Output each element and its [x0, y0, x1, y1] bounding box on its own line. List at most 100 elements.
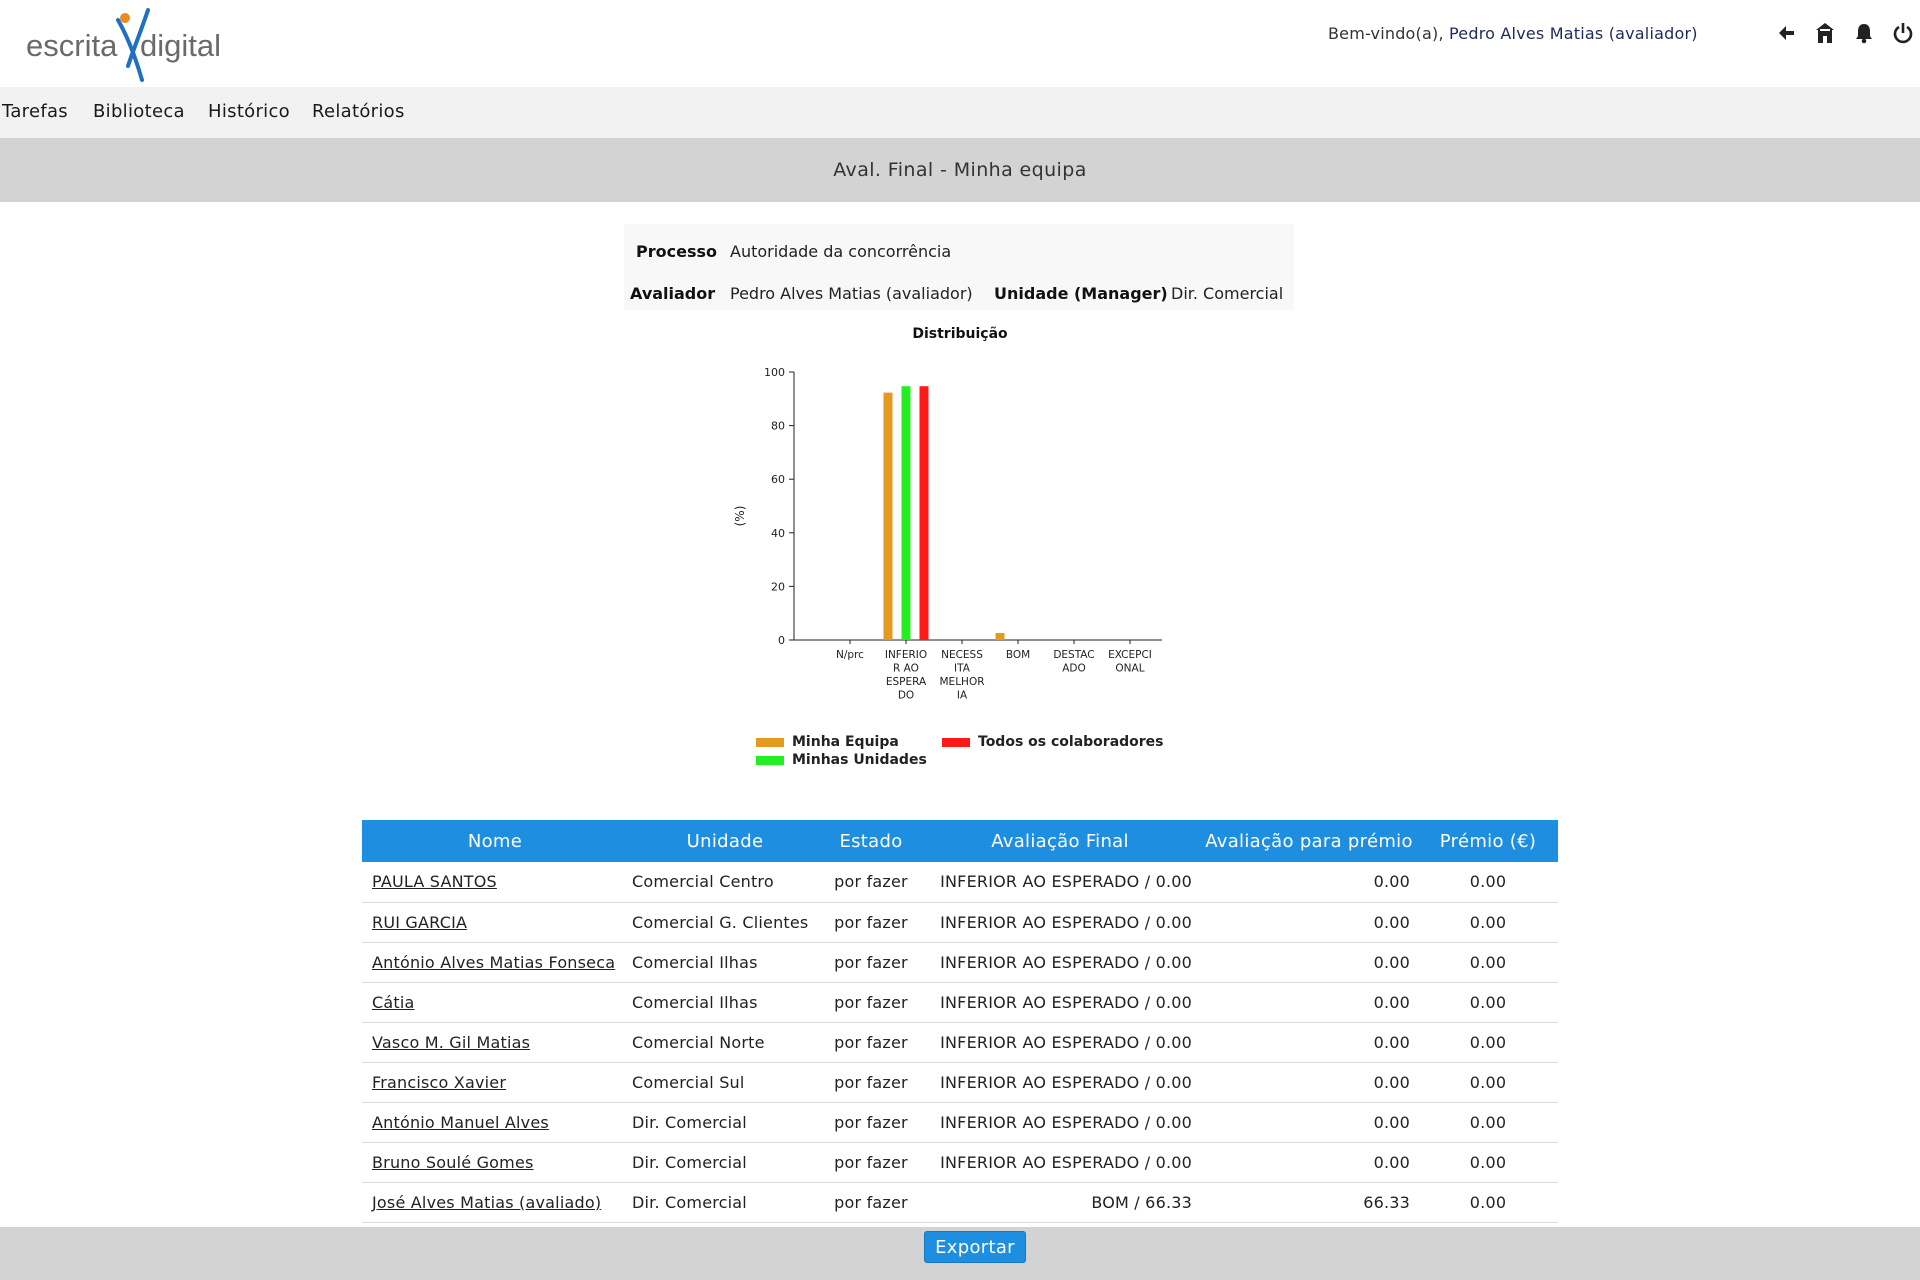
- column-header-avaliacao-final[interactable]: Avaliação Final: [920, 820, 1200, 862]
- back-arrow-icon[interactable]: [1775, 20, 1797, 46]
- process-info: Processo Autoridade da concorrência Aval…: [624, 224, 1294, 310]
- table-row: António Manuel Alves Dir. Comercial por fa…: [362, 1102, 1558, 1143]
- y-tick-label: 20: [771, 580, 785, 593]
- estado-cell: por fazer: [822, 1182, 920, 1223]
- unidade-cell: Comercial Norte: [628, 1022, 822, 1063]
- unidade-cell: Comercial Centro: [628, 862, 822, 903]
- avaliacao-premio-cell: 0.00: [1200, 1102, 1418, 1143]
- x-tick-label-line: ITA: [954, 663, 971, 675]
- employee-name-link[interactable]: António Alves Matias Fonseca: [372, 953, 615, 972]
- avaliacao-final-cell: INFERIOR AO ESPERADO / 0.00: [920, 1142, 1200, 1183]
- y-tick-label: 40: [771, 527, 785, 540]
- legend-swatch: [942, 737, 970, 747]
- nome-cell: PAULA SANTOS: [362, 862, 628, 903]
- x-tick-label: NECESS ITA MELHOR IA: [940, 649, 985, 702]
- avaliacao-final-cell: INFERIOR AO ESPERADO / 0.00: [920, 862, 1200, 903]
- x-tick-label: BOM: [1006, 649, 1030, 661]
- unidade-manager-value: Dir. Comercial: [1171, 284, 1284, 303]
- avaliacao-premio-cell: 0.00: [1200, 902, 1418, 943]
- premio-cell: 0.00: [1418, 1102, 1558, 1143]
- unidade-cell: Dir. Comercial: [628, 1182, 822, 1223]
- avaliador-label: Avaliador: [630, 284, 716, 303]
- unidade-cell: Comercial Ilhas: [628, 982, 822, 1023]
- estado-cell: por fazer: [822, 902, 920, 943]
- employee-name-link[interactable]: RUI GARCIA: [372, 913, 467, 932]
- nav-item-tarefas[interactable]: Tarefas: [2, 101, 68, 122]
- header-icons: [1775, 20, 1914, 46]
- welcome-message: Bem-vindo(a), Pedro Alves Matias (avalia…: [1328, 24, 1698, 43]
- estado-cell: por fazer: [822, 1062, 920, 1103]
- table-row: Bruno Soulé Gomes Dir. Comercial por fazer…: [362, 1142, 1558, 1183]
- nome-cell: Bruno Soulé Gomes: [362, 1142, 628, 1183]
- table-row: PAULA SANTOS Comercial Centro por fazer INF…: [362, 862, 1558, 903]
- table-row: José Alves Matias (avaliado) Dir. Comerci…: [362, 1182, 1558, 1223]
- estado-cell: por fazer: [822, 982, 920, 1023]
- avaliacao-final-cell: INFERIOR AO ESPERADO / 0.00: [920, 1022, 1200, 1063]
- nome-cell: Francisco Xavier: [362, 1062, 628, 1103]
- legend-swatch: [756, 737, 784, 747]
- processo-label: Processo: [636, 242, 717, 261]
- avaliacao-final-cell: INFERIOR AO ESPERADO / 0.00: [920, 1102, 1200, 1143]
- x-tick-label-line: R AO: [893, 663, 919, 675]
- welcome-user: Pedro Alves Matias (avaliador): [1449, 24, 1698, 43]
- column-header-nome[interactable]: Nome: [362, 820, 628, 862]
- avaliacao-premio-cell: 66.33: [1200, 1182, 1418, 1223]
- bar-minhas-unidades: [901, 386, 911, 640]
- logo-text-left: escrita: [26, 28, 118, 63]
- header: escrita digital Bem-vindo(a), Pedro Alve…: [0, 0, 1920, 87]
- y-tick-label: 0: [778, 634, 785, 647]
- avaliador-value: Pedro Alves Matias (avaliador): [730, 284, 973, 303]
- employee-name-link[interactable]: António Manuel Alves: [372, 1113, 549, 1132]
- table-header-row: Nome Unidade Estado Avaliação Final Aval…: [362, 820, 1558, 862]
- nav-item-relatorios[interactable]: Relatórios: [312, 101, 405, 122]
- estado-cell: por fazer: [822, 1102, 920, 1143]
- legend-item-minha-equipa: Minha Equipa: [756, 734, 899, 750]
- avaliacao-final-cell: INFERIOR AO ESPERADO / 0.00: [920, 1062, 1200, 1103]
- bar-minha-equipa: [883, 392, 893, 640]
- y-tick-label: 100: [764, 366, 785, 379]
- footer-bar: Exportar: [0, 1227, 1920, 1280]
- escrita-digital-logo[interactable]: escrita digital: [24, 4, 254, 86]
- bar-minha-equipa: [995, 633, 1005, 640]
- premio-cell: 0.00: [1418, 902, 1558, 943]
- column-header-estado[interactable]: Estado: [822, 820, 920, 862]
- y-tick-label: 60: [771, 473, 785, 486]
- employee-name-link[interactable]: José Alves Matias (avaliado): [372, 1193, 601, 1212]
- x-tick-label-line: MELHOR: [940, 676, 985, 688]
- unidade-cell: Comercial G. Clientes: [628, 902, 822, 943]
- x-tick-label-line: BOM: [1006, 649, 1030, 661]
- table-row: Cátia Comercial Ilhas por fazer INFERIOR AO…: [362, 982, 1558, 1023]
- employee-name-link[interactable]: Francisco Xavier: [372, 1073, 506, 1092]
- unidade-cell: Dir. Comercial: [628, 1142, 822, 1183]
- distribution-chart: Distribuição 0 20 40 60 80 100 (%) N/prc INFERIO…: [700, 320, 1220, 780]
- nav-item-historico[interactable]: Histórico: [208, 101, 290, 122]
- employee-name-link[interactable]: Cátia: [372, 993, 415, 1012]
- home-icon[interactable]: [1814, 20, 1836, 46]
- power-icon[interactable]: [1892, 20, 1914, 46]
- table-row: António Alves Matias Fonseca Comercial Il…: [362, 942, 1558, 983]
- employee-name-link[interactable]: Vasco M. Gil Matias: [372, 1033, 530, 1052]
- unidade-cell: Dir. Comercial: [628, 1102, 822, 1143]
- column-header-premio[interactable]: Prémio (€): [1418, 820, 1558, 862]
- y-tick-label: 80: [771, 420, 785, 433]
- premio-cell: 0.00: [1418, 1062, 1558, 1103]
- nav-item-biblioteca[interactable]: Biblioteca: [93, 101, 185, 122]
- x-tick-label-line: DO: [898, 690, 914, 702]
- export-button[interactable]: Exportar: [924, 1231, 1026, 1263]
- team-evaluations-table: Nome Unidade Estado Avaliação Final Aval…: [362, 820, 1558, 1223]
- avaliacao-final-cell: INFERIOR AO ESPERADO / 0.00: [920, 942, 1200, 983]
- main-nav: Tarefas Biblioteca Histórico Relatórios: [0, 87, 1920, 138]
- employee-name-link[interactable]: PAULA SANTOS: [372, 872, 497, 891]
- bell-icon[interactable]: [1853, 20, 1875, 46]
- estado-cell: por fazer: [822, 1022, 920, 1063]
- avaliacao-premio-cell: 0.00: [1200, 1062, 1418, 1103]
- column-header-avaliacao-premio[interactable]: Avaliação para prémio: [1200, 820, 1418, 862]
- employee-name-link[interactable]: Bruno Soulé Gomes: [372, 1153, 534, 1172]
- x-tick-label: DESTAC ADO: [1053, 649, 1094, 675]
- avaliacao-final-cell: INFERIOR AO ESPERADO / 0.00: [920, 982, 1200, 1023]
- column-header-unidade[interactable]: Unidade: [628, 820, 822, 862]
- nome-cell: António Manuel Alves: [362, 1102, 628, 1143]
- legend-item-minhas-unidades: Minhas Unidades: [756, 752, 927, 768]
- premio-cell: 0.00: [1418, 1182, 1558, 1223]
- premio-cell: 0.00: [1418, 1142, 1558, 1183]
